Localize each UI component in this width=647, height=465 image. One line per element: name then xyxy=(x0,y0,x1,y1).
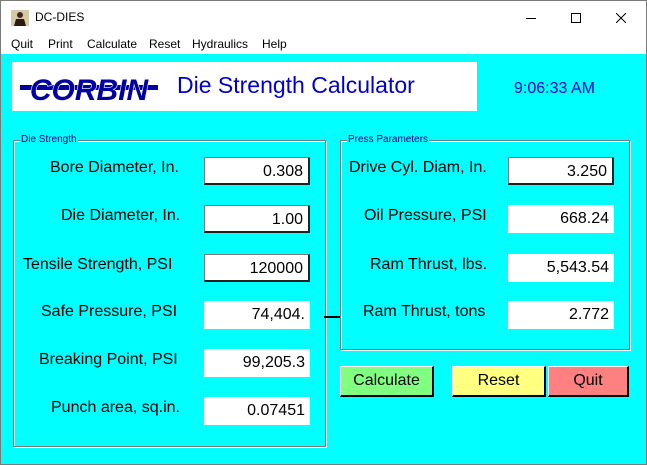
ram-thrust-lbs-label: Ram Thrust, lbs. xyxy=(370,256,488,273)
punch-area-value: 0.07451 xyxy=(204,397,310,425)
breaking-point-label: Breaking Point, PSI xyxy=(39,351,178,368)
tensile-strength-label: Tensile Strength, PSI xyxy=(23,256,173,273)
svg-text:CORBIN: CORBIN xyxy=(30,74,150,104)
oil-pressure-value: 668.24 xyxy=(508,205,614,233)
clock-display: 9:06:33 AM xyxy=(514,80,595,97)
menu-bar: Quit Print Calculate Reset Hydraulics He… xyxy=(1,34,646,54)
breaking-point-value: 99,205.3 xyxy=(204,349,310,377)
app-title: Die Strength Calculator xyxy=(177,72,415,98)
die-diameter-input[interactable]: 1.00 xyxy=(204,205,310,233)
punch-area-label: Punch area, sq.in. xyxy=(51,399,180,416)
close-button[interactable] xyxy=(598,1,644,34)
maximize-icon xyxy=(571,12,581,23)
die-strength-legend: Die Strength xyxy=(20,134,78,146)
quit-button[interactable]: Quit xyxy=(548,366,629,397)
drive-cyl-diam-label: Drive Cyl. Diam, In. xyxy=(349,159,487,176)
ram-thrust-lbs-value: 5,543.54 xyxy=(508,254,614,282)
safe-pressure-value: 74,404. xyxy=(204,301,310,329)
reset-button[interactable]: Reset xyxy=(452,366,546,397)
oil-pressure-label: Oil Pressure, PSI xyxy=(364,207,487,224)
minimize-button[interactable] xyxy=(508,1,554,34)
menu-quit[interactable]: Quit xyxy=(11,37,33,51)
header-banner: CORBIN Die Strength Calculator xyxy=(12,62,477,111)
app-icon xyxy=(11,10,29,26)
client-area: CORBIN Die Strength Calculator 9:06:33 A… xyxy=(1,54,646,464)
menu-reset[interactable]: Reset xyxy=(149,37,180,51)
menu-hydraulics[interactable]: Hydraulics xyxy=(192,37,248,51)
ram-thrust-tons-value: 2.772 xyxy=(508,301,614,329)
bore-diameter-input[interactable]: 0.308 xyxy=(204,157,310,185)
menu-calculate[interactable]: Calculate xyxy=(87,37,137,51)
corbin-logo: CORBIN xyxy=(20,73,158,104)
menu-print[interactable]: Print xyxy=(48,37,73,51)
bore-diameter-label: Bore Diameter, In. xyxy=(50,159,179,176)
app-window: DC-DIES Quit Print Calculate Reset Hydra… xyxy=(0,0,647,465)
drive-cyl-diam-input[interactable]: 3.250 xyxy=(508,157,614,185)
tensile-strength-input[interactable]: 120000 xyxy=(204,254,310,282)
menu-help[interactable]: Help xyxy=(262,37,287,51)
minimize-icon xyxy=(526,17,536,19)
close-icon xyxy=(616,12,626,23)
die-diameter-label: Die Diameter, In. xyxy=(61,207,181,224)
ram-thrust-tons-label: Ram Thrust, tons xyxy=(363,303,486,320)
title-bar[interactable]: DC-DIES xyxy=(1,1,646,34)
safe-pressure-label: Safe Pressure, PSI xyxy=(41,303,178,320)
press-parameters-legend: Press Parameters xyxy=(347,134,430,146)
calculate-button[interactable]: Calculate xyxy=(340,366,434,397)
maximize-button[interactable] xyxy=(553,1,599,34)
group-connector-line xyxy=(324,316,340,318)
window-title: DC-DIES xyxy=(35,10,85,24)
